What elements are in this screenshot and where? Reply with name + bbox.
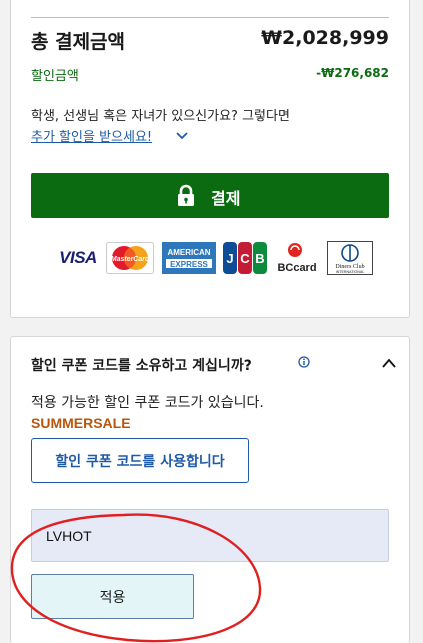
svg-text:J: J [226,251,233,266]
coupon-code-input[interactable] [31,509,389,562]
svg-text:C: C [240,251,250,266]
coupon-question: 할인 쿠폰 코드를 소유하고 계십니까? [31,358,252,374]
chevron-up-icon[interactable] [381,357,397,369]
svg-text:MasterCard: MasterCard [111,256,150,263]
use-coupon-code-button[interactable]: 할인 쿠폰 코드를 사용합니다 [31,438,249,483]
available-coupon-text: 적용 가능한 할인 쿠폰 코드가 있습니다. [31,395,264,411]
svg-text:INTERNATIONAL: INTERNATIONAL [336,270,365,274]
discount-label: 할인금액 [31,69,79,84]
apply-button[interactable]: 적용 [31,574,194,619]
diners-club-logo: Diners Club INTERNATIONAL [327,241,373,275]
chevron-down-icon[interactable] [175,128,189,142]
total-amount-label: 총 결제금액 [31,31,126,53]
available-coupon-code: SUMMERSALE [31,415,131,431]
total-amount-value: ₩2,028,999 [261,27,389,49]
visa-logo: VISA [59,248,97,267]
lock-icon [178,184,194,206]
pay-button-label: 결제 [211,189,241,208]
pay-button[interactable]: 결제 [31,173,389,218]
divider [31,17,389,18]
bccard-logo: BCcard [273,241,321,275]
mastercard-logo: MasterCard [106,241,154,275]
svg-text:B: B [255,251,264,266]
jcb-logo: J C B [221,241,268,275]
coupon-card: 할인 쿠폰 코드를 소유하고 계십니까? 적용 가능한 할인 쿠폰 코드가 있습… [10,336,410,643]
promo-text: 학생, 선생님 혹은 자녀가 있으신가요? 그렇다면 [31,109,290,124]
svg-text:AMERICAN: AMERICAN [167,248,210,257]
promo-link[interactable]: 추가 할인을 받으세요! [31,126,152,145]
info-icon[interactable] [298,356,310,368]
svg-text:BCcard: BCcard [277,262,316,274]
order-summary-card: 총 결제금액 ₩2,028,999 할인금액 -₩276,682 학생, 선생님… [10,0,410,318]
discount-value: -₩276,682 [316,66,389,80]
amex-logo: AMERICAN EXPRESS [162,241,216,275]
svg-text:EXPRESS: EXPRESS [170,260,208,269]
